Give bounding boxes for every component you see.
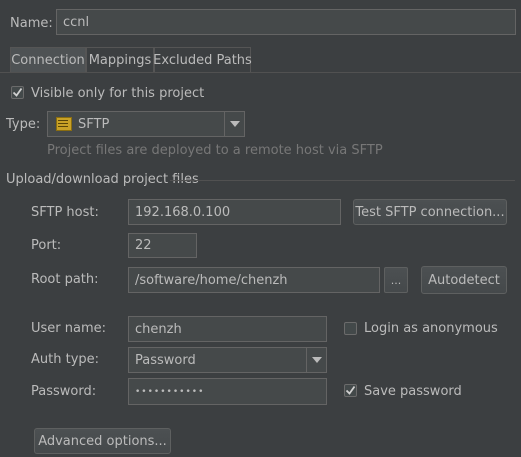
- checkmark-icon: [345, 385, 356, 395]
- name-value: ccnl: [63, 14, 90, 30]
- test-sftp-connection-button[interactable]: Test SFTP connection...: [353, 199, 507, 225]
- tab-mappings-label: Mappings: [88, 53, 152, 68]
- auth-type-dropdown[interactable]: Password: [128, 347, 327, 373]
- browse-button[interactable]: ...: [384, 267, 408, 293]
- password-label: Password:: [31, 384, 97, 399]
- tab-divider: [0, 72, 521, 73]
- tab-connection[interactable]: Connection: [10, 47, 86, 73]
- root-path-label: Root path:: [31, 272, 99, 287]
- user-name-field[interactable]: chenzh: [128, 316, 327, 342]
- save-password-label: Save password: [364, 384, 462, 399]
- root-path-value: /software/home/chenzh: [135, 272, 288, 288]
- checkmark-icon: [12, 87, 23, 97]
- advanced-options-label: Advanced options...: [38, 433, 167, 449]
- type-label: Type:: [6, 117, 41, 132]
- tab-connection-label: Connection: [11, 53, 85, 68]
- auth-type-dropdown-arrow[interactable]: [306, 348, 326, 372]
- tab-excluded-paths[interactable]: Excluded Paths: [153, 47, 252, 73]
- auth-type-value: Password: [135, 352, 196, 368]
- test-sftp-connection-label: Test SFTP connection...: [355, 204, 505, 220]
- port-field[interactable]: 22: [128, 233, 197, 258]
- sftp-host-field[interactable]: 192.168.0.100: [128, 199, 341, 225]
- sftp-host-value: 192.168.0.100: [135, 204, 231, 220]
- sftp-host-label: SFTP host:: [31, 205, 99, 220]
- auth-type-label: Auth type:: [31, 352, 100, 367]
- tab-mappings[interactable]: Mappings: [86, 47, 154, 73]
- port-label: Port:: [31, 238, 62, 253]
- advanced-options-button[interactable]: Advanced options...: [34, 428, 171, 454]
- type-hint: Project files are deployed to a remote h…: [47, 143, 383, 158]
- sftp-icon: [56, 117, 72, 131]
- save-password-checkbox[interactable]: [344, 384, 357, 397]
- tab-excluded-paths-label: Excluded Paths: [153, 53, 252, 68]
- type-dropdown-arrow[interactable]: [224, 112, 244, 136]
- name-field[interactable]: ccnl: [56, 9, 516, 35]
- chevron-down-icon: [229, 121, 240, 127]
- root-path-field[interactable]: /software/home/chenzh: [128, 267, 380, 293]
- password-value: •••••••••••: [135, 386, 205, 397]
- name-label: Name:: [10, 16, 53, 31]
- autodetect-button[interactable]: Autodetect: [421, 266, 507, 294]
- section-divider: [170, 180, 515, 181]
- visible-only-label: Visible only for this project: [31, 86, 205, 101]
- type-value: SFTP: [78, 116, 110, 132]
- login-anonymous-checkbox[interactable]: [344, 322, 357, 335]
- type-dropdown[interactable]: SFTP: [47, 111, 245, 137]
- chevron-down-icon: [311, 357, 322, 363]
- password-field[interactable]: •••••••••••: [128, 378, 327, 405]
- port-value: 22: [135, 238, 152, 253]
- user-name-label: User name:: [31, 321, 107, 336]
- autodetect-label: Autodetect: [428, 272, 500, 288]
- visible-only-checkbox[interactable]: [11, 86, 24, 99]
- login-anonymous-label: Login as anonymous: [364, 321, 498, 336]
- user-name-value: chenzh: [135, 321, 182, 337]
- browse-label: ...: [390, 273, 402, 287]
